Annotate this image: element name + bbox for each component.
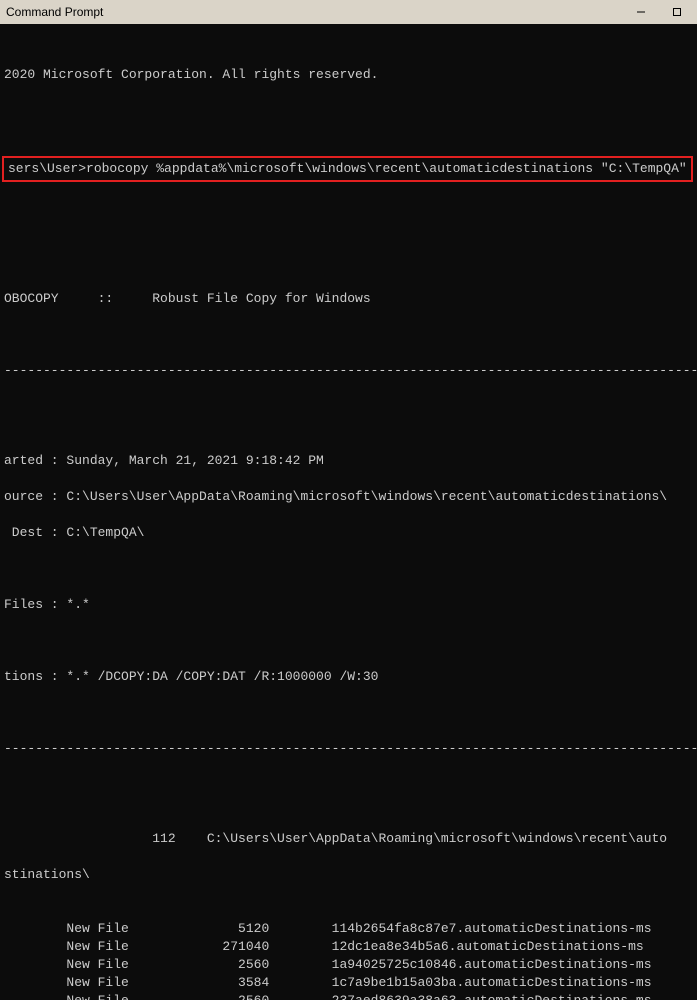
dir-summary-cont: stinations\	[0, 866, 697, 884]
program-header: OBOCOPY :: Robust File Copy for Windows	[0, 290, 697, 308]
file-row: New File 2560 1a94025725c10846.automatic…	[0, 956, 697, 974]
blank-line	[0, 236, 697, 254]
file-row: New File 3584 1c7a9be1b15a03ba.automatic…	[0, 974, 697, 992]
title-bar: Command Prompt	[0, 0, 697, 24]
blank-line	[0, 102, 697, 120]
prompt-prefix: sers\User>	[8, 160, 86, 178]
file-row: New File 2560 237aed8639a38a63.automatic…	[0, 992, 697, 1000]
command-text: robocopy %appdata%\microsoft\windows\rec…	[86, 160, 687, 178]
dir-summary: 112 C:\Users\User\AppData\Roaming\micros…	[0, 830, 697, 848]
terminal-area[interactable]: 2020 Microsoft Corporation. All rights r…	[0, 24, 697, 1000]
file-rows: New File 5120 114b2654fa8c87e7.automatic…	[0, 920, 697, 1000]
file-row: New File 271040 12dc1ea8e34b5a6.automati…	[0, 938, 697, 956]
blank-line	[0, 776, 697, 794]
started-line: arted : Sunday, March 21, 2021 9:18:42 P…	[0, 452, 697, 470]
file-row: New File 5120 114b2654fa8c87e7.automatic…	[0, 920, 697, 938]
highlighted-command: sers\User>robocopy %appdata%\microsoft\w…	[2, 156, 693, 182]
copyright-line: 2020 Microsoft Corporation. All rights r…	[0, 66, 697, 84]
blank-line	[0, 632, 697, 650]
source-line: ource : C:\Users\User\AppData\Roaming\mi…	[0, 488, 697, 506]
files-line: Files : *.*	[0, 596, 697, 614]
blank-line	[0, 704, 697, 722]
options-line: tions : *.* /DCOPY:DA /COPY:DAT /R:10000…	[0, 668, 697, 686]
blank-line	[0, 200, 697, 218]
window-title: Command Prompt	[6, 5, 623, 19]
blank-line	[0, 560, 697, 578]
blank-line	[0, 398, 697, 416]
separator: ----------------------------------------…	[0, 362, 697, 380]
separator: ----------------------------------------…	[0, 740, 697, 758]
window-controls	[623, 1, 695, 23]
blank-line	[0, 326, 697, 344]
maximize-button[interactable]	[659, 1, 695, 23]
dest-line: Dest : C:\TempQA\	[0, 524, 697, 542]
minimize-button[interactable]	[623, 1, 659, 23]
